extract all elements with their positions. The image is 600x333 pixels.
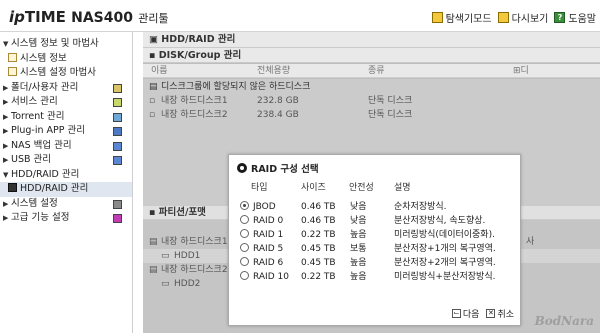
- sidebar-item-usb[interactable]: ▶ USB 관리: [0, 153, 132, 168]
- cancel-button[interactable]: ✕ 취소: [486, 307, 514, 320]
- caret-right-icon: ▶: [3, 156, 9, 164]
- disc-icon: [237, 163, 247, 173]
- backup-icon: [113, 141, 122, 151]
- raid-option-raid6[interactable]: RAID 6 0.45 TB 높음 분산저장+2개의 복구영역.: [229, 257, 522, 270]
- sidebar-item-system-settings[interactable]: ▶ 시스템 설정: [0, 197, 132, 212]
- disk-icon: ▪: [149, 50, 159, 61]
- service-icon: [113, 98, 122, 107]
- caret-right-icon: ▶: [3, 127, 9, 135]
- torrent-icon: [113, 112, 122, 122]
- help-icon: ?: [554, 12, 566, 23]
- app-logo: ipTIME NAS400 관리툴: [9, 8, 169, 26]
- refresh-icon: [497, 12, 509, 23]
- top-nav: 탐색기모드 다시보기 ? 도움말: [431, 10, 596, 25]
- sidebar-item-torrent[interactable]: ▶ Torrent 관리: [0, 110, 132, 125]
- raid-table-header: 타입 사이즈 안전성 설명: [251, 183, 411, 193]
- raid-option-raid1[interactable]: RAID 1 0.22 TB 높음 미러링방식(데이터이중화).: [229, 229, 522, 242]
- radio-button[interactable]: [240, 257, 249, 266]
- caret-right-icon: ▶: [3, 112, 9, 121]
- close-icon: ✕: [486, 309, 496, 318]
- help-link[interactable]: ? 도움말: [554, 10, 596, 25]
- hdd-icon: [8, 183, 17, 192]
- refresh-link[interactable]: 다시보기: [497, 10, 548, 25]
- advanced-icon: [113, 214, 122, 223]
- sidebar-item-advanced[interactable]: ▶ 고급 기능 설정: [0, 211, 132, 226]
- disk-table-header: 이름 전체용량 종류 ⊞ 디스크그룹 생성: [143, 64, 600, 160]
- caret-down-icon: ▼: [3, 40, 9, 48]
- group-title-bar: ▪ DISK/Group 관리: [143, 48, 600, 63]
- partition-icon: ▭: [161, 279, 170, 289]
- radio-button[interactable]: [240, 215, 249, 224]
- caret-right-icon: ▶: [3, 83, 9, 92]
- sidebar-item-system-info[interactable]: 시스템 정보: [0, 52, 132, 67]
- caret-down-icon: ▼: [3, 170, 9, 179]
- sidebar-item-setup-wizard[interactable]: 시스템 설정 마법사: [0, 66, 132, 81]
- disk-icon: ▫: [149, 110, 156, 120]
- usb-icon: [113, 156, 122, 165]
- caret-right-icon: ▶: [3, 199, 9, 208]
- sidebar-item-folder-user[interactable]: ▶ 폴더/사용자 관리: [0, 81, 132, 96]
- disk-row[interactable]: ▫ 내장 하드디스크2 238.4 GB 단독 디스크: [143, 108, 600, 122]
- raid-option-raid5[interactable]: RAID 5 0.45 TB 보통 분산저장+1개의 복구영역.: [229, 243, 522, 256]
- caret-right-icon: ▶: [3, 141, 9, 150]
- disk-icon: ▤: [149, 265, 158, 275]
- create-disk-group-button[interactable]: ⊞ 디스크그룹 생성: [513, 64, 529, 160]
- sidebar: ▼ 시스템 정보 및 마법사 시스템 정보 시스템 설정 마법사 ▶ 폴더/사용자 …: [0, 32, 133, 333]
- radio-button[interactable]: [240, 229, 249, 238]
- caret-right-icon: ▶: [3, 214, 9, 222]
- disk-group-icon: ▤: [149, 82, 158, 92]
- sidebar-item-plugin[interactable]: ▶ Plug-in APP 관리: [0, 124, 132, 139]
- raid-config-dialog: RAID 구성 선택 타입 사이즈 안전성 설명 JBOD 0.46 TB 낮음…: [228, 154, 521, 326]
- radio-button[interactable]: [240, 201, 249, 210]
- dialog-title: RAID 구성 선택: [237, 161, 319, 175]
- section-title-bar: ▣ HDD/RAID 관리: [143, 32, 600, 48]
- partition-icon: ▪: [149, 207, 159, 218]
- radio-button[interactable]: [240, 243, 249, 252]
- partition-icon: ▭: [161, 251, 170, 261]
- sidebar-item-hdd-raid[interactable]: HDD/RAID 관리: [0, 182, 132, 197]
- sidebar-group-system-info[interactable]: ▼ 시스템 정보 및 마법사: [0, 37, 132, 52]
- explorer-mode-link[interactable]: 탐색기모드: [431, 10, 492, 25]
- unassigned-disks-row[interactable]: ▤ 디스크그룹에 할당되지 않은 하드디스크: [143, 80, 600, 94]
- folder-icon: [431, 12, 443, 23]
- disk-icon: ▫: [149, 96, 156, 106]
- app-header: ipTIME NAS400 관리툴 탐색기모드 다시보기 ? 도움말: [0, 0, 600, 32]
- raid-option-jbod[interactable]: JBOD 0.46 TB 낮음 순차저장방식.: [229, 201, 522, 214]
- folder-user-icon: [113, 83, 122, 93]
- disk-row[interactable]: ▫ 내장 하드디스크1 232.8 GB 단독 디스크: [143, 94, 600, 108]
- sidebar-group-hdd-raid[interactable]: ▼ HDD/RAID 관리: [0, 168, 132, 183]
- caret-right-icon: ▶: [3, 98, 9, 106]
- sidebar-item-nas-backup[interactable]: ▶ NAS 백업 관리: [0, 139, 132, 154]
- plugin-icon: [113, 127, 122, 136]
- raid-option-raid10[interactable]: RAID 10 0.22 TB 높음 미러링방식+분산저장방식.: [229, 271, 522, 284]
- settings-icon: [113, 199, 122, 209]
- next-button[interactable]: ⌙ 다음: [451, 307, 479, 320]
- disk-icon: ▤: [149, 237, 158, 247]
- watermark-logo: BodNara: [534, 314, 594, 328]
- hdd-icon: ▣: [149, 34, 162, 45]
- page-icon: [8, 52, 17, 62]
- sidebar-item-service[interactable]: ▶ 서비스 관리: [0, 95, 132, 110]
- dialog-footer: ⌙ 다음 ✕ 취소: [451, 307, 514, 320]
- raid-option-raid0[interactable]: RAID 0 0.46 TB 낮음 분산저장방식, 속도향상.: [229, 215, 522, 228]
- radio-button[interactable]: [240, 271, 249, 280]
- next-icon: ⌙: [451, 309, 461, 318]
- page-icon: [8, 67, 17, 76]
